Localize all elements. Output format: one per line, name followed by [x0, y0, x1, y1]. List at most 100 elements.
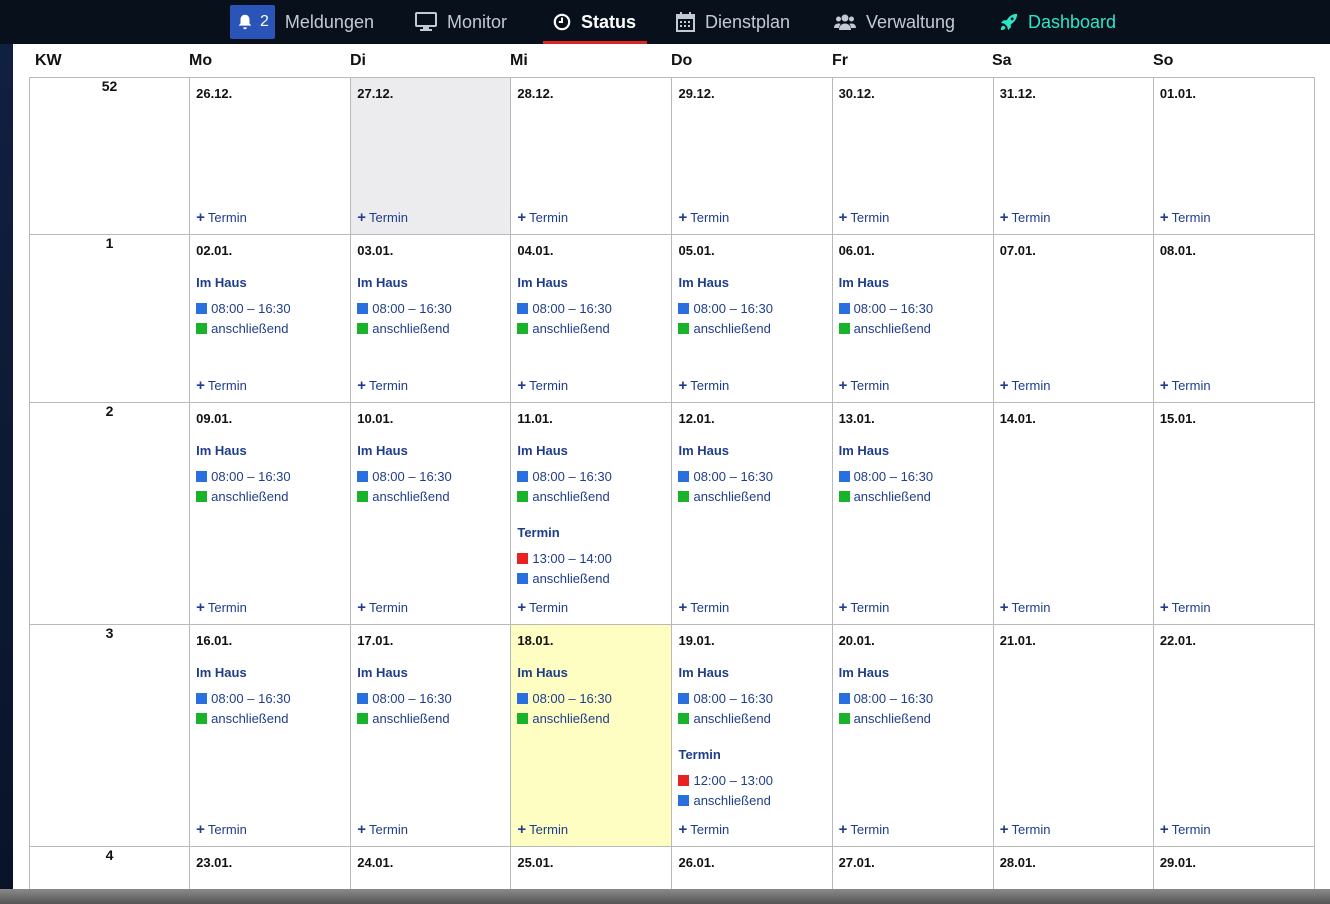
- add-termin-button[interactable]: + Termin: [517, 209, 568, 226]
- add-termin-button[interactable]: + Termin: [1160, 209, 1211, 226]
- calendar-event[interactable]: 08:00 – 16:30: [357, 469, 452, 484]
- calendar-event[interactable]: anschließend: [196, 711, 288, 726]
- calendar-event[interactable]: anschließend: [196, 321, 288, 336]
- day-cell[interactable]: 15.01. + Termin: [1152, 402, 1316, 625]
- notification-badge[interactable]: 2: [230, 5, 275, 39]
- nav-dienstplan[interactable]: Dienstplan: [676, 0, 790, 44]
- calendar-event[interactable]: 08:00 – 16:30: [196, 691, 291, 706]
- nav-monitor[interactable]: Monitor: [415, 0, 507, 44]
- day-cell[interactable]: 14.01. + Termin: [992, 402, 1154, 625]
- calendar-event[interactable]: anschließend: [678, 489, 771, 504]
- calendar-event[interactable]: anschließend: [678, 793, 771, 808]
- add-termin-button[interactable]: + Termin: [196, 821, 247, 838]
- calendar-event[interactable]: anschließend: [357, 321, 450, 336]
- calendar-event[interactable]: 08:00 – 16:30: [196, 469, 291, 484]
- day-cell[interactable]: 03.01. Im Haus 08:00 – 16:30 anschließend + T…: [350, 234, 512, 403]
- calendar-event[interactable]: anschließend: [678, 711, 771, 726]
- add-termin-button[interactable]: + Termin: [839, 821, 890, 838]
- day-cell[interactable]: 27.01.Im Haus: [831, 846, 994, 889]
- day-cell[interactable]: 12.01. Im Haus 08:00 – 16:30 anschließend + T…: [671, 402, 833, 625]
- add-termin-button[interactable]: + Termin: [678, 209, 729, 226]
- calendar-event[interactable]: anschließend: [517, 571, 610, 586]
- calendar-event[interactable]: 08:00 – 16:30: [357, 301, 452, 316]
- add-termin-button[interactable]: + Termin: [196, 209, 247, 226]
- add-termin-button[interactable]: + Termin: [357, 209, 408, 226]
- add-termin-button[interactable]: + Termin: [678, 599, 729, 616]
- day-cell[interactable]: 25.01.Im Haus: [510, 846, 673, 889]
- calendar-event[interactable]: 08:00 – 16:30: [517, 469, 612, 484]
- add-termin-button[interactable]: + Termin: [357, 377, 408, 394]
- add-termin-button[interactable]: + Termin: [357, 599, 408, 616]
- day-cell[interactable]: 26.01.Im Haus: [671, 846, 833, 889]
- add-termin-button[interactable]: + Termin: [839, 599, 890, 616]
- add-termin-button[interactable]: + Termin: [1160, 377, 1211, 394]
- day-cell[interactable]: 09.01. Im Haus 08:00 – 16:30 anschließend + T…: [189, 402, 352, 625]
- add-termin-button[interactable]: + Termin: [839, 209, 890, 226]
- calendar-event[interactable]: anschließend: [838, 711, 931, 726]
- day-cell[interactable]: 01.01. + Termin: [1152, 77, 1316, 235]
- add-termin-button[interactable]: + Termin: [1000, 377, 1051, 394]
- day-cell[interactable]: 27.12. + Termin: [350, 77, 512, 235]
- calendar-event[interactable]: anschließend: [517, 321, 610, 336]
- day-cell[interactable]: 07.01. + Termin: [992, 234, 1154, 403]
- day-cell[interactable]: 30.12. + Termin: [831, 77, 994, 235]
- add-termin-button[interactable]: + Termin: [1000, 599, 1051, 616]
- day-cell[interactable]: 13.01. Im Haus 08:00 – 16:30 anschließend + T…: [831, 402, 994, 625]
- calendar-event[interactable]: anschließend: [517, 711, 610, 726]
- calendar-event[interactable]: 08:00 – 16:30: [678, 301, 773, 316]
- day-cell[interactable]: 24.01.Im Haus: [350, 846, 512, 889]
- add-termin-button[interactable]: + Termin: [678, 377, 729, 394]
- calendar-event[interactable]: 08:00 – 16:30: [517, 691, 612, 706]
- add-termin-button[interactable]: + Termin: [196, 377, 247, 394]
- nav-dashboard[interactable]: Dashboard: [1000, 0, 1116, 44]
- day-cell[interactable]: 31.12. + Termin: [992, 77, 1154, 235]
- day-cell[interactable]: 16.01. Im Haus 08:00 – 16:30 anschließend + T…: [189, 624, 352, 847]
- day-cell[interactable]: 18.01. Im Haus 08:00 – 16:30 anschließend + T…: [510, 624, 673, 847]
- day-cell[interactable]: 26.12. + Termin: [189, 77, 352, 235]
- day-cell[interactable]: 08.01. + Termin: [1152, 234, 1316, 403]
- day-cell[interactable]: 28.12. + Termin: [510, 77, 673, 235]
- day-cell[interactable]: 28.01.: [992, 846, 1154, 889]
- day-cell[interactable]: 29.01.: [1152, 846, 1316, 889]
- calendar-event[interactable]: 08:00 – 16:30: [678, 469, 773, 484]
- calendar-event[interactable]: 12:00 – 13:00: [678, 773, 773, 788]
- day-cell[interactable]: 05.01. Im Haus 08:00 – 16:30 anschließend + T…: [671, 234, 833, 403]
- day-cell[interactable]: 06.01. Im Haus 08:00 – 16:30 anschließend + T…: [831, 234, 994, 403]
- add-termin-button[interactable]: + Termin: [1160, 599, 1211, 616]
- add-termin-button[interactable]: + Termin: [517, 599, 568, 616]
- day-cell[interactable]: 23.01.Im Haus: [189, 846, 352, 889]
- calendar-event[interactable]: 08:00 – 16:30: [838, 301, 933, 316]
- calendar-event[interactable]: 08:00 – 16:30: [678, 691, 773, 706]
- add-termin-button[interactable]: + Termin: [517, 821, 568, 838]
- day-cell[interactable]: 20.01. Im Haus 08:00 – 16:30 anschließend + T…: [831, 624, 994, 847]
- day-cell[interactable]: 10.01. Im Haus 08:00 – 16:30 anschließend + T…: [350, 402, 512, 625]
- day-cell[interactable]: 21.01. + Termin: [992, 624, 1154, 847]
- calendar-event[interactable]: 08:00 – 16:30: [838, 691, 933, 706]
- day-cell[interactable]: 11.01. Im Haus 08:00 – 16:30 anschließend Te…: [510, 402, 673, 625]
- add-termin-button[interactable]: + Termin: [196, 599, 247, 616]
- add-termin-button[interactable]: + Termin: [1160, 821, 1211, 838]
- calendar-event[interactable]: anschließend: [838, 321, 931, 336]
- add-termin-button[interactable]: + Termin: [1000, 821, 1051, 838]
- calendar-event[interactable]: 08:00 – 16:30: [196, 301, 291, 316]
- calendar-event[interactable]: anschließend: [357, 711, 450, 726]
- add-termin-button[interactable]: + Termin: [1000, 209, 1051, 226]
- calendar-event[interactable]: anschließend: [357, 489, 450, 504]
- calendar-event[interactable]: anschließend: [196, 489, 288, 504]
- add-termin-button[interactable]: + Termin: [517, 377, 568, 394]
- day-cell[interactable]: 02.01. Im Haus 08:00 – 16:30 anschließend + T…: [189, 234, 352, 403]
- day-cell[interactable]: 17.01. Im Haus 08:00 – 16:30 anschließend + T…: [350, 624, 512, 847]
- add-termin-button[interactable]: + Termin: [678, 821, 729, 838]
- day-cell[interactable]: 04.01. Im Haus 08:00 – 16:30 anschließend + T…: [510, 234, 673, 403]
- calendar-event[interactable]: anschließend: [678, 321, 771, 336]
- day-cell[interactable]: 29.12. + Termin: [671, 77, 833, 235]
- calendar-event[interactable]: 08:00 – 16:30: [517, 301, 612, 316]
- add-termin-button[interactable]: + Termin: [839, 377, 890, 394]
- add-termin-button[interactable]: + Termin: [357, 821, 408, 838]
- calendar-event[interactable]: anschließend: [838, 489, 931, 504]
- calendar-event[interactable]: 08:00 – 16:30: [357, 691, 452, 706]
- nav-verwaltung[interactable]: Verwaltung: [834, 0, 955, 44]
- calendar-event[interactable]: anschließend: [517, 489, 610, 504]
- nav-meldungen[interactable]: 2 Meldungen: [230, 0, 374, 44]
- day-cell[interactable]: 19.01. Im Haus 08:00 – 16:30 anschließend Te…: [671, 624, 833, 847]
